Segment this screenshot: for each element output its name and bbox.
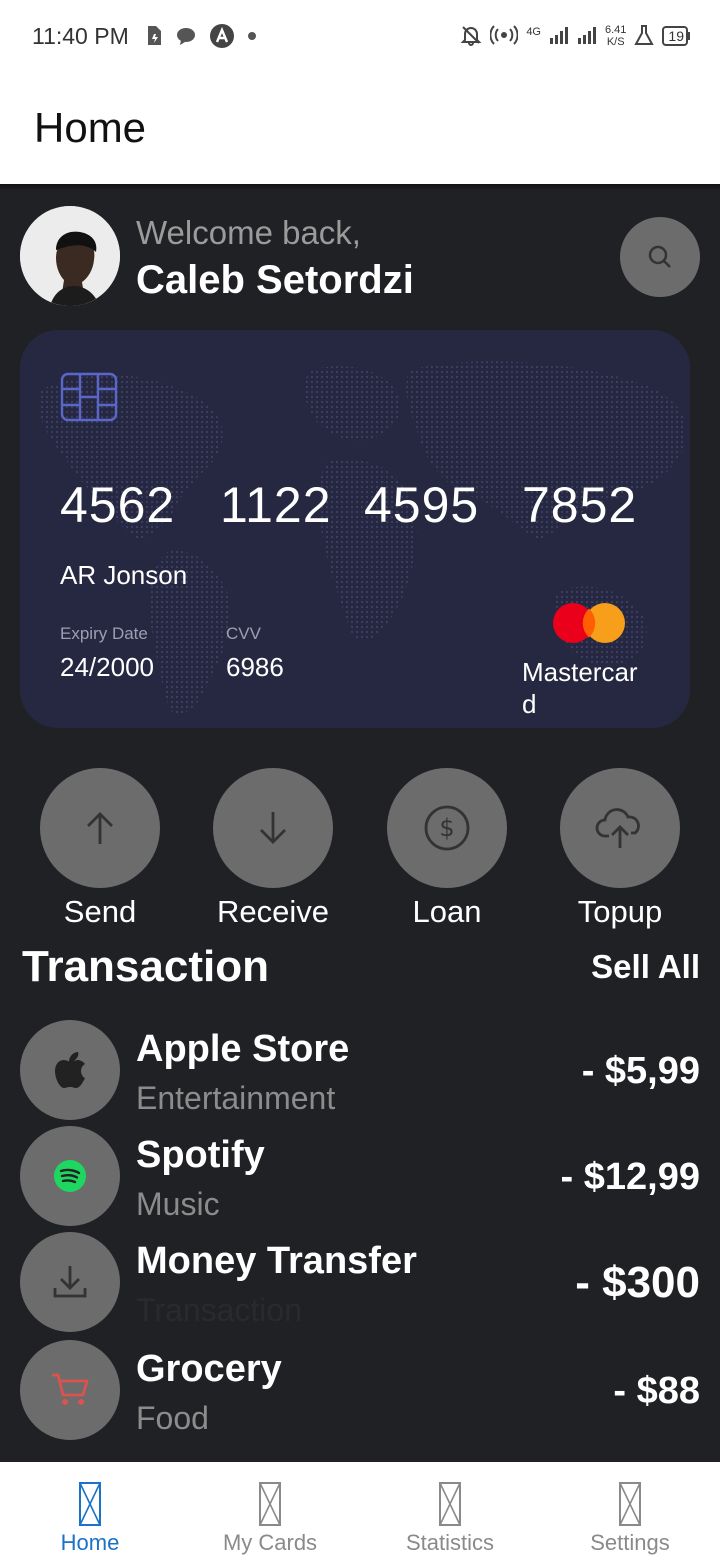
transaction-icon-container	[20, 1126, 120, 1226]
transaction-name: Spotify	[136, 1134, 265, 1176]
transaction-icon-container	[20, 1232, 120, 1332]
search-icon	[648, 245, 671, 268]
send-label: Send	[63, 894, 137, 929]
transaction-icon-container	[20, 1340, 120, 1440]
sim-card-icon	[145, 25, 163, 47]
loan-button[interactable]: $	[387, 768, 507, 888]
nav-item-settings[interactable]: Settings	[540, 1462, 720, 1560]
download-icon	[53, 1266, 87, 1298]
avatar[interactable]	[20, 206, 120, 306]
cvv-label: CVV	[226, 624, 261, 643]
credit-card[interactable]: 4562 1122 4595 7852 AR Jonson Expiry Dat…	[20, 330, 690, 728]
bell-off-icon	[460, 24, 482, 49]
transaction-category: Entertainment	[136, 1080, 336, 1116]
transaction-category: Transaction	[136, 1292, 302, 1328]
apple-icon	[55, 1052, 85, 1088]
nav-label-statistics: Statistics	[405, 1530, 495, 1555]
app-logo-icon	[209, 23, 235, 49]
battery-icon: 19	[662, 26, 688, 46]
chip-icon	[60, 372, 118, 422]
bottom-navigation: Home My Cards Statistics Settings	[0, 1462, 720, 1560]
welcome-subtitle: Welcome back,	[136, 214, 361, 251]
card-number-group-4: 7852	[522, 477, 638, 533]
send-action[interactable]: Send	[20, 768, 180, 929]
status-bar: 11:40 PM 4G 6.41 K/S 19	[0, 0, 720, 72]
dollar-circle-icon: $	[424, 805, 470, 851]
arrow-up-icon	[87, 812, 113, 844]
nav-item-my-cards[interactable]: My Cards	[180, 1462, 360, 1560]
topup-button[interactable]	[560, 768, 680, 888]
transaction-category: Music	[136, 1186, 220, 1222]
dot-icon	[247, 31, 257, 41]
nav-label-my-cards: My Cards	[222, 1530, 318, 1555]
topup-action[interactable]: Topup	[540, 768, 700, 929]
nav-item-home[interactable]: Home	[0, 1462, 180, 1560]
loan-action[interactable]: $ Loan	[367, 768, 527, 929]
transaction-row[interactable]: Apple Store Entertainment - $5,99	[20, 1020, 700, 1120]
expiry-value: 24/2000	[60, 652, 154, 682]
loan-label: Loan	[412, 894, 482, 929]
card-holder-name: AR Jonson	[60, 560, 188, 590]
transaction-name: Grocery	[136, 1348, 282, 1390]
transaction-amount: - $88	[613, 1370, 700, 1412]
nav-item-statistics[interactable]: Statistics	[360, 1462, 540, 1560]
card-number-group-1: 4562	[60, 477, 176, 533]
app-bar-divider	[0, 184, 720, 190]
transaction-category: Food	[136, 1400, 209, 1436]
card-brand: Mastercard	[522, 657, 638, 719]
network-speed-value: 6.41	[605, 24, 627, 36]
signal-icon-2	[577, 25, 597, 48]
battery-level: 19	[668, 28, 684, 44]
cloud-upload-icon	[595, 808, 640, 848]
card-number-group-2: 1122	[220, 477, 332, 533]
expiry-label: Expiry Date	[60, 624, 148, 643]
chat-bubble-icon	[175, 26, 197, 46]
network-speed: 6.41 K/S	[605, 24, 626, 48]
transaction-row[interactable]: Spotify Music - $12,99	[20, 1126, 700, 1226]
topup-label: Topup	[577, 894, 663, 929]
placeholder-icon	[439, 1482, 461, 1526]
placeholder-icon	[79, 1482, 101, 1526]
network-type: 4G	[526, 25, 541, 38]
cart-icon	[52, 1373, 89, 1405]
transaction-amount: - $12,99	[560, 1156, 700, 1198]
cvv-value: 6986	[226, 652, 284, 682]
card-number-group-3: 4595	[364, 477, 480, 533]
placeholder-icon	[619, 1482, 641, 1526]
transaction-icon-container	[20, 1020, 120, 1120]
notification-icons	[145, 23, 257, 49]
transaction-name: Apple Store	[136, 1028, 350, 1070]
placeholder-icon	[259, 1482, 281, 1526]
user-name: Caleb Setordzi	[136, 258, 414, 302]
network-speed-unit: K/S	[606, 36, 625, 48]
transaction-amount: - $300	[575, 1258, 700, 1307]
svg-text:$: $	[439, 814, 454, 842]
search-button[interactable]	[620, 217, 700, 297]
arrow-down-icon	[260, 812, 286, 844]
app-bar: Home	[0, 72, 720, 184]
nav-label-settings: Settings	[590, 1530, 670, 1555]
transaction-row[interactable]: Money Transfer Transaction - $300	[20, 1232, 700, 1332]
see-all-link[interactable]: Sell All	[591, 948, 700, 986]
welcome-section: Welcome back, Caleb Setordzi	[20, 206, 700, 306]
transaction-row[interactable]: Grocery Food - $88	[20, 1340, 700, 1440]
hotspot-icon	[489, 24, 519, 48]
send-button[interactable]	[40, 768, 160, 888]
page-title: Home	[34, 104, 147, 151]
signal-icon	[549, 25, 569, 48]
flask-icon	[634, 24, 655, 49]
status-time: 11:40 PM	[32, 22, 129, 49]
receive-action[interactable]: Receive	[193, 768, 353, 929]
transactions-title: Transaction	[22, 942, 269, 991]
status-right-icons: 4G 6.41 K/S 19	[460, 24, 688, 49]
receive-label: Receive	[217, 894, 329, 929]
mastercard-logo-icon	[553, 603, 625, 643]
transaction-amount: - $5,99	[581, 1050, 700, 1092]
nav-label-home: Home	[60, 1530, 120, 1555]
receive-button[interactable]	[213, 768, 333, 888]
spotify-icon	[54, 1160, 86, 1192]
transaction-name: Money Transfer	[136, 1240, 417, 1282]
